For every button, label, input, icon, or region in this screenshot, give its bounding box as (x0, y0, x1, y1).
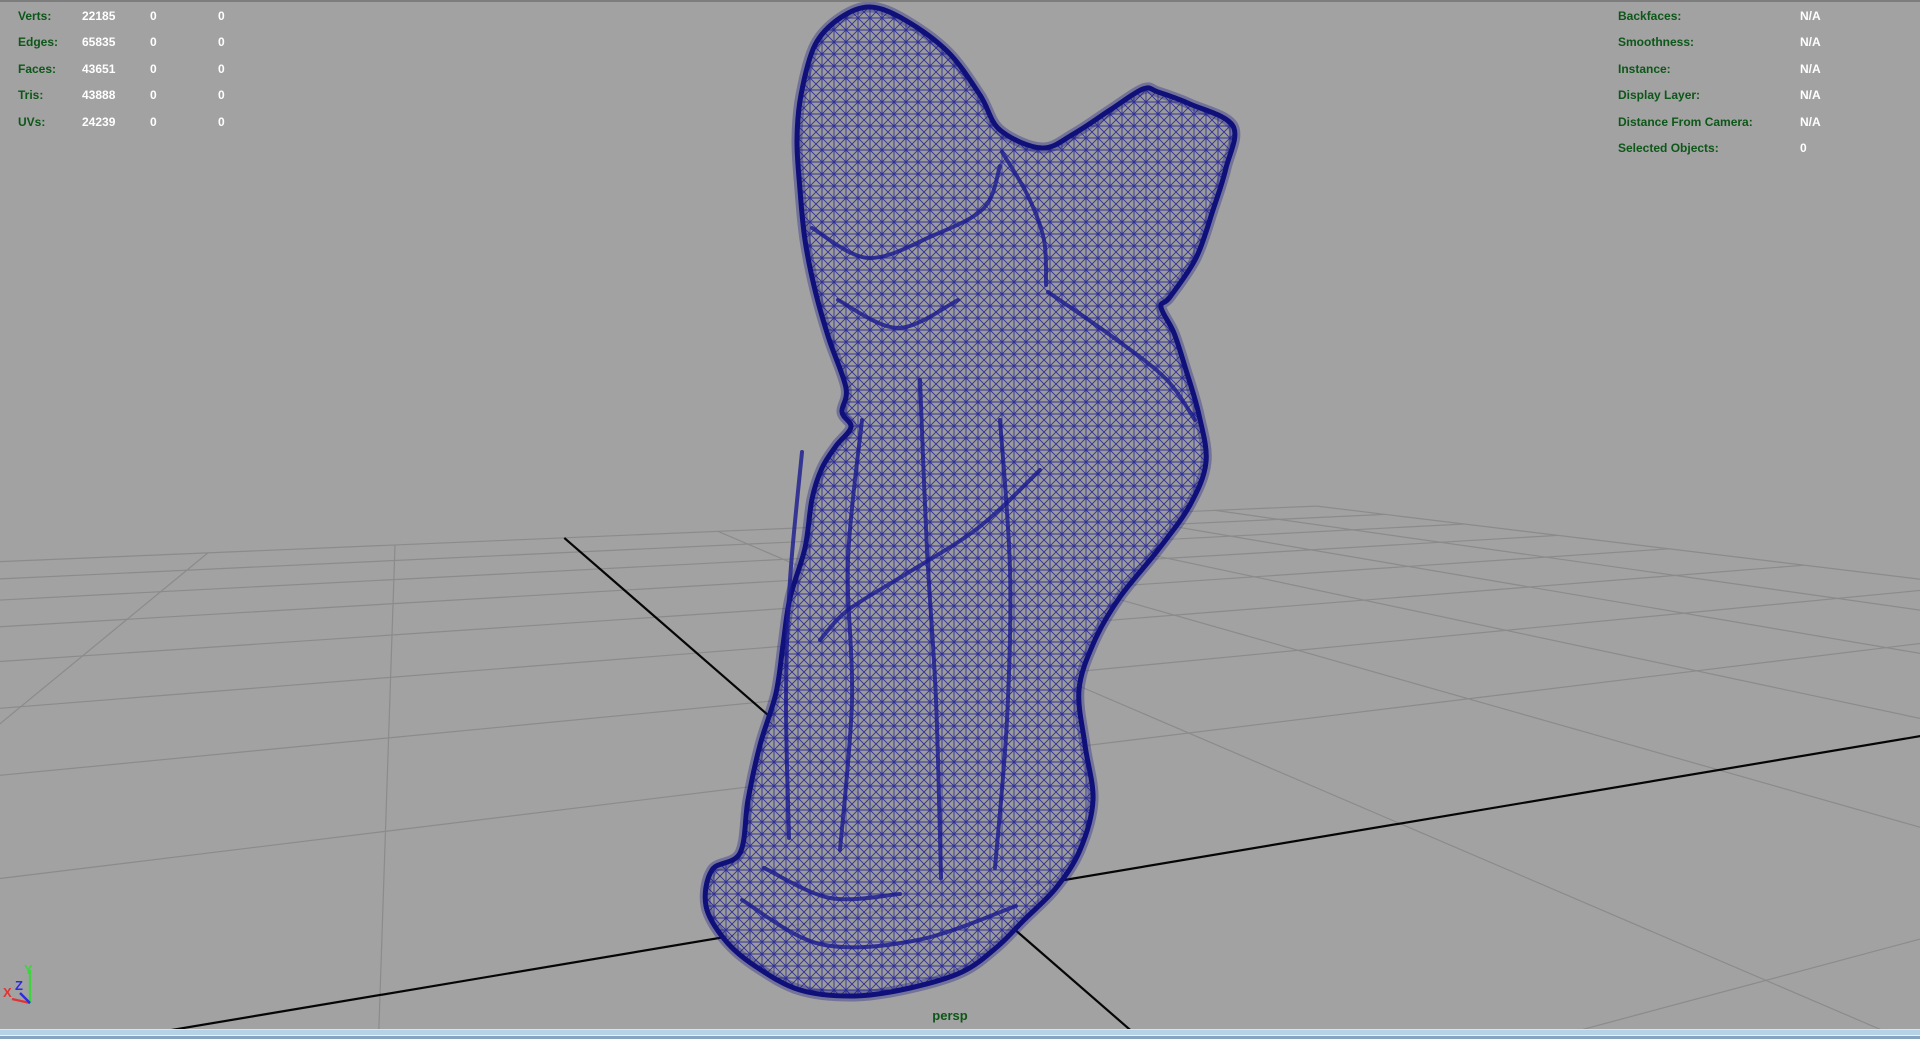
hud-edges-extra: 0 (218, 35, 225, 50)
hud-faces-extra: 0 (218, 61, 225, 76)
hud-tris-selected: 0 (150, 88, 157, 103)
hud-selected-objects-value: 0 (1800, 140, 1807, 155)
hud-faces-label: Faces: (18, 61, 57, 76)
hud-row-verts: Verts: 22185 0 0 (18, 3, 258, 29)
camera-name-label: persp (932, 1008, 968, 1023)
hud-row-distance-from-camera: Distance From Camera: N/A (1618, 109, 1821, 135)
hud-verts-label: Verts: (18, 9, 52, 23)
hud-row-backfaces: Backfaces: N/A (1618, 3, 1821, 29)
hud-smoothness-label: Smoothness: (1618, 35, 1695, 50)
hud-row-uvs: UVs: 24239 0 0 (18, 109, 258, 135)
hud-tris-total: 43888 (82, 88, 116, 103)
hud-tris-extra: 0 (218, 88, 225, 103)
hud-display-layer-label: Display Layer: (1618, 88, 1701, 103)
axis-gizmo-y-axis-label: Y (24, 962, 33, 977)
axis-gizmo-z-axis-label: Z (15, 978, 23, 993)
hud-instance-value: N/A (1800, 61, 1821, 76)
axis-gizmo: YX Z (3, 962, 33, 1005)
hud-row-selected-objects: Selected Objects: 0 (1618, 135, 1821, 161)
statue-wireframe-model[interactable] (699, 1, 1241, 1002)
hud-tris-label: Tris: (18, 88, 44, 103)
hud-row-instance: Instance: N/A (1618, 56, 1821, 82)
hud-row-display-layer: Display Layer: N/A (1618, 82, 1821, 108)
hud-row-faces: Faces: 43651 0 0 (18, 56, 258, 82)
hud-object-details: Backfaces: N/A Smoothness: N/A Instance: N/… (1618, 3, 1821, 161)
hud-instance-label: Instance: (1618, 61, 1671, 76)
hud-display-layer-value: N/A (1800, 88, 1821, 103)
hud-poly-count: Verts: 22185 0 0 Edges: 65835 0 0 Faces: 43651 0… (18, 3, 258, 135)
hud-edges-total: 65835 (82, 35, 116, 50)
hud-backfaces-label: Backfaces: (1618, 9, 1682, 23)
hud-row-edges: Edges: 65835 0 0 (18, 29, 258, 55)
hud-uvs-selected: 0 (150, 114, 157, 129)
hud-faces-selected: 0 (150, 61, 157, 76)
hud-backfaces-value: N/A (1800, 9, 1821, 23)
hud-edges-label: Edges: (18, 35, 59, 50)
hud-uvs-extra: 0 (218, 114, 225, 129)
hud-uvs-label: UVs: (18, 114, 46, 129)
hud-distance-from-camera-label: Distance From Camera: (1618, 114, 1753, 129)
hud-row-smoothness: Smoothness: N/A (1618, 29, 1821, 55)
hud-edges-selected: 0 (150, 35, 157, 50)
hud-uvs-total: 24239 (82, 114, 116, 129)
hud-selected-objects-label: Selected Objects: (1618, 140, 1719, 155)
hud-smoothness-value: N/A (1800, 35, 1821, 50)
hud-verts-total: 22185 (82, 9, 116, 23)
axis-gizmo-x-axis-label: X (3, 985, 12, 1000)
hud-row-tris: Tris: 43888 0 0 (18, 82, 258, 108)
maya-viewport-screen: YXZ Verts: 22185 0 0 Edges: 65835 0 0 Faces: 43… (0, 0, 1920, 1039)
hud-faces-total: 43651 (82, 61, 116, 76)
hud-distance-from-camera-value: N/A (1800, 114, 1821, 129)
hud-verts-extra: 0 (218, 9, 225, 23)
viewport-top-edge (0, 0, 1920, 2)
hud-verts-selected: 0 (150, 9, 157, 23)
